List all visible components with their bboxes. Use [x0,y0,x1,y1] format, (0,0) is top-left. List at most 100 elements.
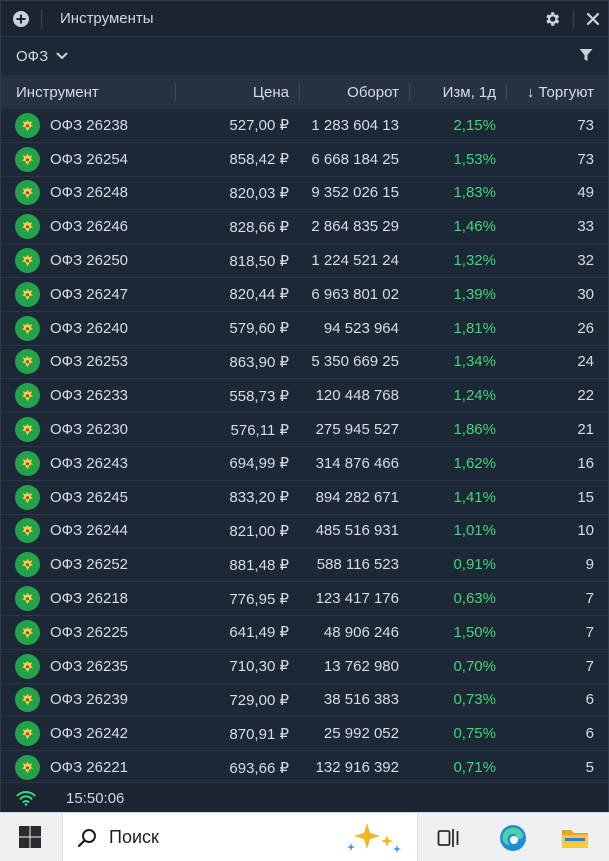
table-row[interactable]: ОФЗ 26246 828,66 ₽ 2 864 835 29 1,46% 33 [1,210,608,245]
price-cell: 870,91 ₽ [229,725,289,743]
change-cell: 0,73% [453,691,496,709]
instrument-cell: ОФЗ 26248 [1,177,175,210]
instrument-cell: ОФЗ 26250 [1,244,175,277]
turnover-value: 120 448 768 [315,387,399,405]
table-row[interactable]: ОФЗ 26233 558,73 ₽ 120 448 768 1,24% 22 [1,379,608,414]
trading-count-cell: 7 [585,623,594,641]
table-row[interactable]: ОФЗ 26235 710,30 ₽ 13 762 980 0,70% 7 [1,649,608,684]
table-row[interactable]: ОФЗ 26244 821,00 ₽ 485 516 931 1,01% 10 [1,514,608,549]
table-row[interactable]: ОФЗ 26254 858,42 ₽ 6 668 184 25 1,53% 73 [1,142,608,177]
eagle-icon [21,356,34,368]
turnover-value: 485 516 931 [315,522,399,540]
trading-count-cell: 10 [577,522,594,540]
table-row[interactable]: ОФЗ 26243 694,99 ₽ 314 876 466 1,62% 16 [1,446,608,481]
edge-browser-icon[interactable] [498,823,528,853]
taskbar-search-box[interactable]: Поиск [62,813,418,861]
instrument-name: ОФЗ 26233 [50,387,129,405]
eagle-icon [21,322,34,334]
price-cell: 820,03 ₽ [229,184,289,202]
emblem-icon [15,180,40,206]
turnover-value: 94 523 964 [323,319,399,337]
instrument-name: ОФЗ 26250 [50,252,129,270]
instrument-cell: ОФЗ 26233 [1,379,175,412]
instrument-name: ОФЗ 26246 [50,218,129,236]
table-row[interactable]: ОФЗ 26245 833,20 ₽ 894 282 671 1,41% 15 [1,480,608,515]
eagle-icon [21,694,34,706]
column-header-price[interactable]: Цена [175,75,299,109]
turnover-cell: 275 945 527 [299,413,409,446]
price-cell: 527,00 ₽ [229,117,289,135]
table-row[interactable]: ОФЗ 26250 818,50 ₽ 1 224 521 24 1,32% 32 [1,244,608,278]
trading-count-cell: 32 [577,252,594,270]
instrument-name: ОФЗ 26235 [50,657,129,675]
instrument-cell: ОФЗ 26247 [1,278,175,311]
filter-bar: ОФЗ [1,37,608,75]
turnover-cell: 6 963 801 02 [299,278,409,311]
eagle-icon [21,119,34,132]
instrument-name: ОФЗ 26238 [50,116,129,134]
table-row[interactable]: ОФЗ 26238 527,00 ₽ 1 283 604 13 2,15% 73 [1,109,608,143]
table-row[interactable]: ОФЗ 26248 820,03 ₽ 9 352 026 15 1,83% 49 [1,176,608,211]
funnel-icon[interactable] [578,47,594,63]
add-widget-button[interactable] [1,1,41,37]
table-row[interactable]: ОФЗ 26253 863,90 ₽ 5 350 669 25 1,34% 24 [1,345,608,380]
table-row[interactable]: ОФЗ 26221 693,66 ₽ 132 916 392 0,71% 5 [1,751,608,785]
file-explorer-icon[interactable] [560,823,590,853]
table-row[interactable]: ОФЗ 26218 776,95 ₽ 123 417 176 0,63% 7 [1,582,608,616]
tools-separator [573,9,574,29]
title-separator [41,8,42,29]
group-selector-label: ОФЗ [16,47,49,65]
column-header-trading[interactable]: ↓ Торгуют [506,75,608,109]
table-row[interactable]: ОФЗ 26252 881,48 ₽ 588 116 523 0,91% 9 [1,548,608,583]
table-row[interactable]: ОФЗ 26242 870,91 ₽ 25 992 052 0,75% 6 [1,717,608,752]
turnover-value: 275 945 527 [315,421,399,439]
turnover-cell: 894 282 671 [299,481,409,514]
trading-count-cell: 21 [577,421,594,439]
change-cell: 1,53% [453,150,496,168]
instrument-cell: ОФЗ 26253 [1,346,175,379]
turnover-value: 1 224 521 24 [311,252,399,270]
price-cell: 833,20 ₽ [229,489,289,507]
trading-count-cell: 15 [577,488,594,506]
close-icon[interactable] [586,12,600,26]
windows-start-icon[interactable] [18,825,42,849]
task-view-icon[interactable] [434,823,464,853]
instrument-cell: ОФЗ 26235 [1,650,175,683]
title-bar: Инструменты [1,1,608,37]
table-body: ОФЗ 26238 527,00 ₽1 283 604 13 2,15% 73 ОФЗ … [1,109,608,785]
gear-icon[interactable] [543,10,561,28]
emblem-icon [15,619,40,645]
turnover-value: 9 352 026 15 [311,184,399,202]
price-cell: 641,49 ₽ [229,624,289,642]
copilot-sparkle-icon[interactable] [345,821,405,855]
instrument-name: ОФЗ 26245 [50,488,129,506]
eagle-icon [21,423,34,436]
turnover-cell: 485 516 931 [299,515,409,548]
change-cell: 0,91% [453,556,496,574]
table-row[interactable]: ОФЗ 26247 820,44 ₽ 6 963 801 02 1,39% 30 [1,277,608,312]
eagle-icon [21,187,34,199]
change-cell: 1,41% [453,488,496,506]
change-cell: 1,62% [453,454,496,472]
instrument-cell: ОФЗ 26243 [1,447,175,480]
table-row[interactable]: ОФЗ 26225 641,49 ₽ 48 906 246 1,50% 7 [1,615,608,650]
column-header-change[interactable]: Изм, 1д [409,75,506,109]
trading-count-cell: 5 [585,759,594,777]
turnover-cell: 2 864 835 29 [299,210,409,243]
group-selector[interactable]: ОФЗ [16,48,68,65]
wifi-icon [16,791,36,806]
table-row[interactable]: ОФЗ 26230 576,11 ₽ 275 945 527 1,86% 21 [1,413,608,447]
turnover-cell: 25 992 052 [299,717,409,750]
column-header-turnover[interactable]: Оборот [299,75,409,109]
column-header-instrument[interactable]: Инструмент [1,75,175,109]
price-cell: 863,90 ₽ [229,353,289,371]
emblem-icon [15,214,40,240]
table-row[interactable]: ОФЗ 26239 729,00 ₽ 38 516 383 0,73% 6 [1,683,608,718]
instrument-name: ОФЗ 26253 [50,353,129,371]
trading-count-cell: 33 [577,218,594,236]
table-row[interactable]: ОФЗ 26240 579,60 ₽ 94 523 964 1,81% 26 [1,311,608,346]
eagle-icon [21,153,34,165]
change-cell: 1,83% [453,184,496,202]
emblem-icon [15,248,40,274]
taskbar-search-label: Поиск [109,827,159,847]
